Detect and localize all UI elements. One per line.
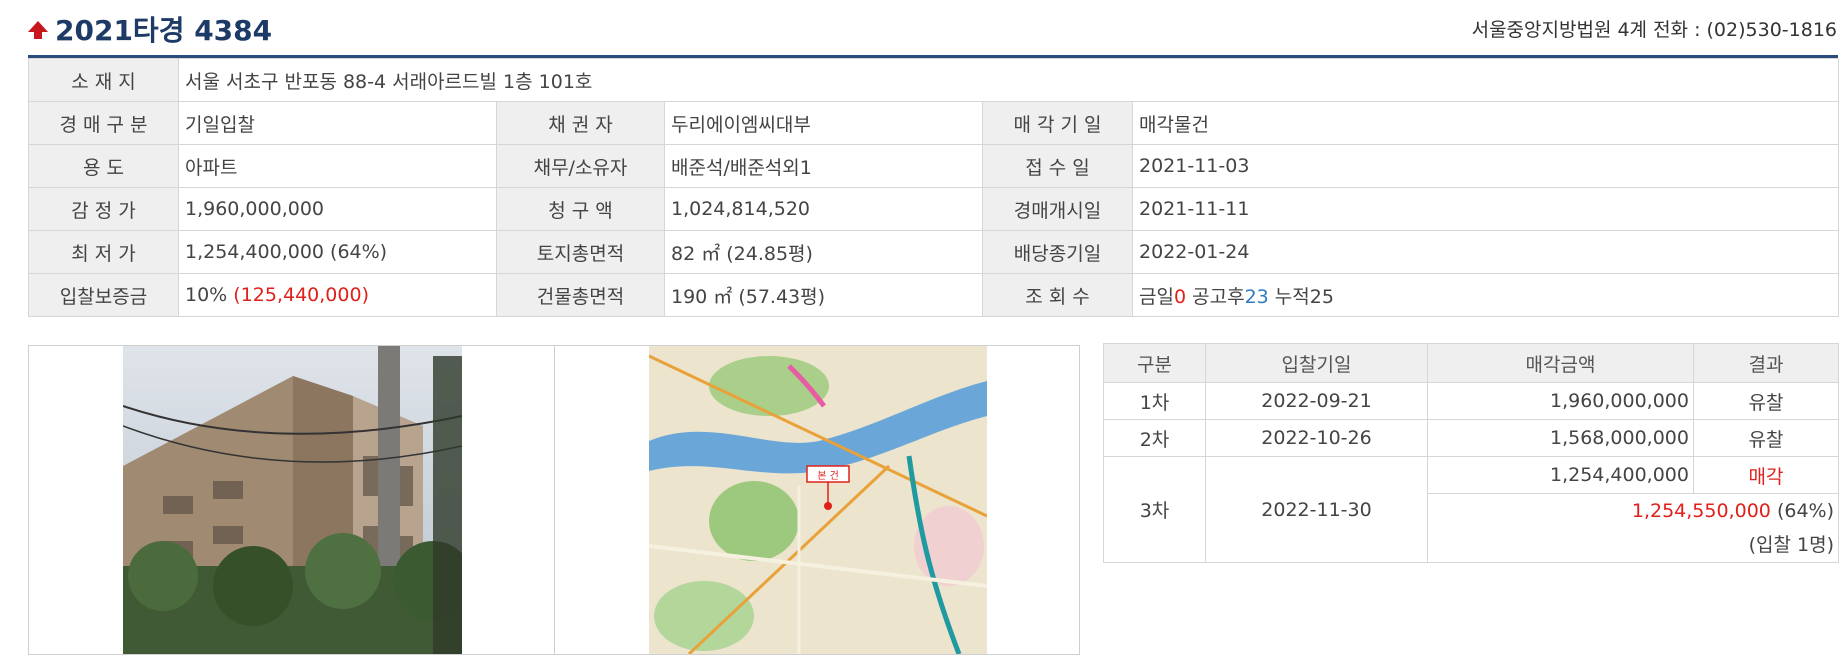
location-value: 서울 서초구 반포동 88-4 서래아르드빌 1층 101호: [177, 58, 1840, 102]
bid-table-header: 구분 입찰기일 매각금액 결과: [1103, 343, 1839, 383]
sold-detail: 1,254,550,000 (64%) (입찰 1명): [1427, 493, 1839, 563]
deposit-label: 입찰보증금: [28, 273, 179, 317]
building-area-value: 190 ㎡ (57.43평): [664, 273, 983, 317]
debtor-label: 채무/소유자: [496, 144, 665, 188]
views-after-count: 23: [1244, 285, 1269, 308]
bid-amount: 1,960,000,000: [1427, 382, 1694, 420]
info-row: 감 정 가 1,960,000,000 청 구 액 1,024,814,520 …: [28, 187, 1840, 231]
header-amount: 매각금액: [1427, 343, 1694, 383]
land-area-label: 토지총면적: [496, 230, 665, 274]
bid-row: 1차 2022-09-21 1,960,000,000 유찰: [1103, 382, 1839, 420]
case-info-table: 소 재 지 서울 서초구 반포동 88-4 서래아르드빌 1층 101호 경 매…: [28, 58, 1840, 317]
bid-round: 2차: [1103, 419, 1206, 457]
bidder-count: (입찰 1명): [1748, 534, 1834, 556]
creditor-label: 채 권 자: [496, 101, 665, 145]
appraisal-label: 감 정 가: [28, 187, 179, 231]
bid-date: 2022-09-21: [1205, 382, 1428, 420]
dividend-date-label: 배당종기일: [982, 230, 1133, 274]
min-price-value: 1,254,400,000 (64%): [178, 230, 497, 274]
info-row: 용 도 아파트 채무/소유자 배준석/배준석외1 접 수 일 2021-11-0…: [28, 144, 1840, 188]
building-photo-image: [123, 346, 462, 654]
usage-label: 용 도: [28, 144, 179, 188]
header-round: 구분: [1103, 343, 1206, 383]
claim-value: 1,024,814,520: [664, 187, 983, 231]
bid-amount: 1,568,000,000: [1427, 419, 1694, 457]
debtor-value: 배준석/배준석외1: [664, 144, 983, 188]
info-row-location: 소 재 지 서울 서초구 반포동 88-4 서래아르드빌 1층 101호: [28, 58, 1840, 102]
sale-date-value: 매각물건: [1131, 101, 1840, 145]
bid-round: 3차: [1103, 456, 1206, 563]
bid-result: 유찰: [1693, 382, 1839, 420]
building-area-label: 건물총면적: [496, 273, 665, 317]
bid-round: 1차: [1103, 382, 1206, 420]
receipt-label: 접 수 일: [982, 144, 1133, 188]
usage-value: 아파트: [178, 144, 497, 188]
bid-result-sold: 매각: [1693, 456, 1839, 494]
views-today-label: 금일: [1139, 285, 1174, 308]
receipt-value: 2021-11-03: [1131, 144, 1840, 188]
dividend-date-value: 2022-01-24: [1131, 230, 1840, 274]
appraisal-value: 1,960,000,000: [178, 187, 497, 231]
deposit-amount: (125,440,000): [233, 284, 369, 306]
location-label: 소 재 지: [28, 58, 179, 102]
land-area-value: 82 ㎡ (24.85평): [664, 230, 983, 274]
sold-amount: 1,254,550,000: [1631, 500, 1771, 522]
info-row: 경 매 구 분 기일입찰 채 권 자 두리에이엠씨대부 매 각 기 일 매각물건: [28, 101, 1840, 145]
views-total-label: 누적: [1274, 285, 1310, 308]
auction-type-label: 경 매 구 분: [28, 101, 179, 145]
court-info: 서울중앙지방법원 4계 전화 : (02)530-1816: [1471, 19, 1837, 41]
photo-panel: 본 건: [28, 345, 1080, 655]
views-value: 금일0 공고후23 누적25: [1131, 273, 1840, 317]
building-photo[interactable]: [123, 346, 462, 654]
up-arrow-icon: [28, 21, 48, 39]
deposit-pct: 10%: [185, 284, 228, 306]
photo-divider: [554, 346, 555, 654]
views-total-count: 25: [1309, 285, 1334, 308]
start-date-label: 경매개시일: [982, 187, 1133, 231]
bid-amount: 1,254,400,000: [1427, 456, 1694, 494]
info-row: 최 저 가 1,254,400,000 (64%) 토지총면적 82 ㎡ (24…: [28, 230, 1840, 274]
start-date-value: 2021-11-11: [1131, 187, 1840, 231]
bid-history-table: 구분 입찰기일 매각금액 결과 1차 2022-09-21 1,960,000,…: [1103, 343, 1839, 563]
map-marker-label: 본 건: [817, 471, 839, 482]
bid-date: 2022-10-26: [1205, 419, 1428, 457]
location-map[interactable]: 본 건: [649, 346, 987, 654]
case-number: 2021타경 4384: [55, 14, 273, 47]
bid-row: 2차 2022-10-26 1,568,000,000 유찰: [1103, 419, 1839, 457]
header-result: 결과: [1693, 343, 1839, 383]
views-label: 조 회 수: [982, 273, 1133, 317]
case-header: 2021타경 4384 서울중앙지방법원 4계 전화 : (02)530-181…: [25, 5, 1837, 47]
bid-date: 2022-11-30: [1205, 456, 1428, 563]
claim-label: 청 구 액: [496, 187, 665, 231]
sale-date-label: 매 각 기 일: [982, 101, 1133, 145]
deposit-value: 10% (125,440,000): [178, 273, 497, 317]
views-today-count: 0: [1173, 285, 1187, 308]
bid-row: 3차 2022-11-30 1,254,400,000 매각: [1103, 456, 1839, 563]
bid-result: 유찰: [1693, 419, 1839, 457]
info-row: 입찰보증금 10% (125,440,000) 건물총면적 190 ㎡ (57.…: [28, 273, 1840, 317]
header-date: 입찰기일: [1205, 343, 1428, 383]
creditor-value: 두리에이엠씨대부: [664, 101, 983, 145]
views-after-label: 공고후: [1192, 285, 1245, 308]
auction-type-value: 기일입찰: [178, 101, 497, 145]
min-price-label: 최 저 가: [28, 230, 179, 274]
location-map-image: [649, 346, 987, 654]
sold-pct: (64%): [1776, 500, 1834, 522]
